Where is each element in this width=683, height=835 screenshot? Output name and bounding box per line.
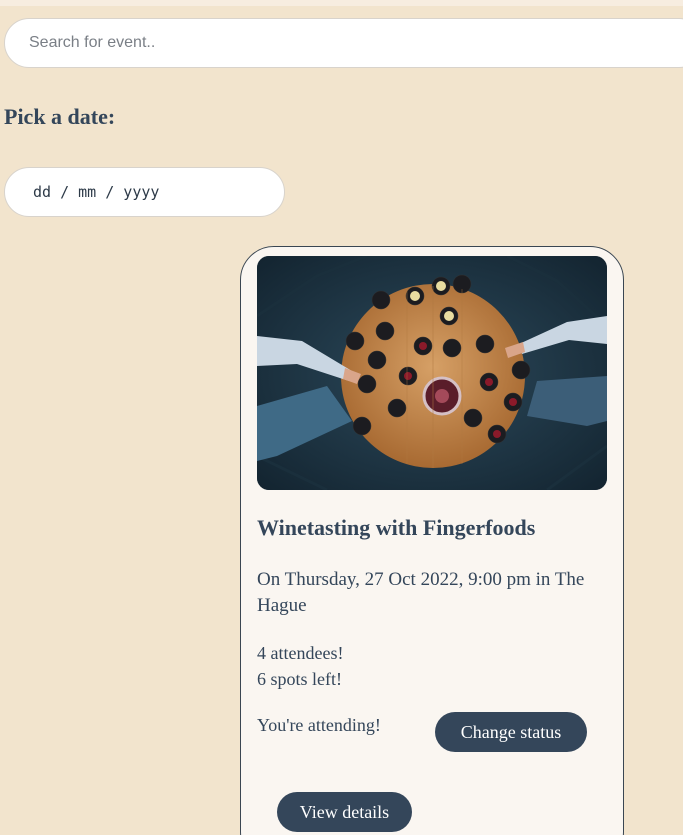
search-input[interactable] [4, 18, 683, 68]
spots-left: 6 spots left! [257, 669, 342, 689]
date-field[interactable]: dd / mm / yyyy [4, 167, 285, 217]
view-details-button[interactable]: View details [277, 792, 412, 832]
attending-status: You're attending! [257, 715, 381, 735]
date-heading: Pick a date: [4, 104, 116, 129]
wine-tasting-photo [257, 256, 607, 490]
event-card: Winetasting with Fingerfoods On Thursday… [240, 246, 624, 835]
top-divider [0, 0, 683, 6]
change-status-button[interactable]: Change status [435, 712, 587, 752]
page: Pick a date: dd / mm / yyyy [0, 0, 683, 835]
event-image [257, 256, 607, 490]
date-placeholder: dd / mm / yyyy [33, 183, 160, 201]
attendee-count: 4 attendees! [257, 643, 344, 663]
event-date-location: On Thursday, 27 Oct 2022, 9:00 pm in The… [257, 569, 585, 616]
event-title: Winetasting with Fingerfoods [257, 515, 536, 540]
